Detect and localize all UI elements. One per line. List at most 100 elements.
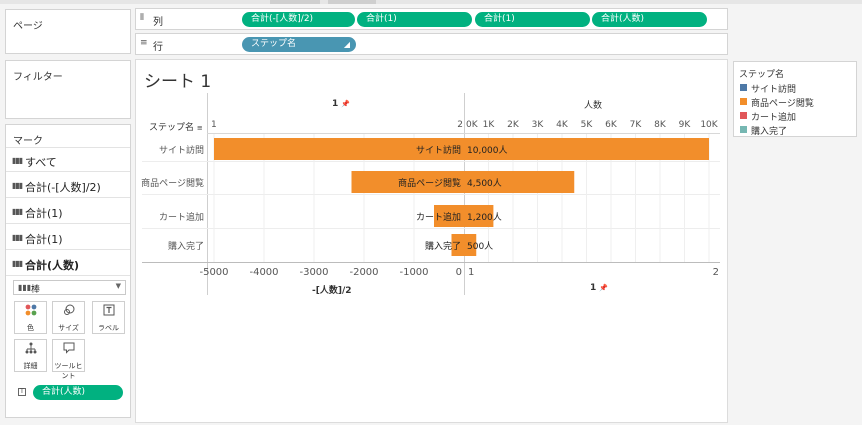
pill-text: ステップ名 bbox=[251, 39, 297, 49]
marks-row-one-a[interactable]: ▮▮▮ 合計(1) bbox=[6, 199, 130, 224]
bottom-right-tick-label: 2 bbox=[713, 267, 719, 278]
pin-icon: 📌 bbox=[599, 284, 609, 292]
size-button[interactable]: サイズ bbox=[52, 301, 85, 334]
bar-chart-icon: ▮▮▮ bbox=[12, 156, 23, 165]
category-label: カート追加 bbox=[159, 211, 204, 223]
chevron-down-icon: ▼ bbox=[115, 282, 121, 290]
top-right-tick-label: 3K bbox=[532, 120, 545, 130]
toolbar-tab[interactable] bbox=[328, 0, 376, 4]
column-pill-one-a[interactable]: 合計(1) bbox=[357, 12, 472, 27]
legend-item-label: 商品ページ閲覧 bbox=[751, 99, 814, 109]
columns-icon: ⦀ bbox=[140, 13, 144, 23]
bottom-left-tick-label: -2000 bbox=[349, 267, 378, 278]
rows-shelf: ≡ 行 ステップ名 ◢ bbox=[135, 33, 728, 55]
column-pill-people[interactable]: 合計(人数) bbox=[592, 12, 707, 27]
row-pill-step-name[interactable]: ステップ名 ◢ bbox=[242, 37, 356, 52]
filters-title: フィルター bbox=[13, 72, 63, 83]
top-right-tick-label: 1K bbox=[483, 120, 496, 130]
marks-row-label: すべて bbox=[25, 156, 57, 169]
bottom-left-tick-label: 0 bbox=[456, 267, 462, 278]
columns-shelf-label: 列 bbox=[153, 17, 163, 28]
pill-text: 合計(1) bbox=[366, 14, 397, 24]
top-left-tick-label: 1 bbox=[211, 120, 217, 130]
bar-category-label: 購入完了 bbox=[425, 240, 461, 252]
tooltip-button[interactable]: ツールヒント bbox=[52, 339, 85, 380]
legend-item-label: 購入完了 bbox=[751, 127, 788, 137]
label-field-pill-text: 合計(人数) bbox=[42, 387, 86, 397]
color-button-label: 色 bbox=[27, 324, 34, 332]
bar-chart-icon: ▮▮▮ bbox=[12, 233, 23, 242]
bar-value-label: 500人 bbox=[467, 241, 493, 252]
toolbar-tab[interactable] bbox=[270, 0, 320, 4]
bottom-right-axis-title: 1 📌 bbox=[590, 283, 609, 293]
legend-swatch bbox=[740, 98, 747, 105]
top-left-tick-label: 2 bbox=[457, 120, 463, 130]
marks-card: マーク ▮▮▮ すべて ▮▮▮ 合計(-[人数]/2) ▮▮▮ 合計(1) ▮▮… bbox=[5, 124, 131, 418]
tooltip-button-label: ツールヒント bbox=[54, 362, 83, 380]
bar-chart-icon: ▮▮▮ bbox=[12, 181, 23, 190]
mark-type-value: 棒 bbox=[31, 285, 41, 295]
top-right-tick-label: 4K bbox=[556, 120, 569, 130]
pill-text: 合計(-[人数]/2) bbox=[251, 14, 314, 24]
marks-row-people[interactable]: ▮▮▮ 合計(人数) bbox=[6, 251, 130, 276]
bottom-left-axis-title: -[人数]/2 bbox=[312, 286, 352, 296]
label-shelf-icon: T bbox=[18, 388, 26, 396]
rows-icon: ≡ bbox=[140, 38, 148, 48]
marks-row-one-b[interactable]: ▮▮▮ 合計(1) bbox=[6, 225, 130, 250]
top-right-tick-label: 0K bbox=[466, 120, 479, 130]
detail-button[interactable]: 詳細 bbox=[14, 339, 47, 372]
column-pill-one-b[interactable]: 合計(1) bbox=[475, 12, 590, 27]
detail-icon bbox=[15, 342, 46, 357]
top-right-tick-label: 8K bbox=[654, 120, 667, 130]
viz-area: シート 1 1 📌 人数 ステップ名 ≡ 0K 1K 2K 3K 4K 5K 6K 7K 8K 9… bbox=[135, 59, 728, 423]
bar-category-label: 商品ページ閲覧 bbox=[398, 177, 461, 189]
legend-swatch bbox=[740, 84, 747, 91]
marks-row-all[interactable]: ▮▮▮ すべて bbox=[6, 147, 130, 172]
marks-row-neg-half[interactable]: ▮▮▮ 合計(-[人数]/2) bbox=[6, 173, 130, 198]
pages-card: ページ bbox=[5, 9, 131, 54]
category-label: 商品ページ閲覧 bbox=[141, 177, 204, 189]
top-right-tick-label: 2K bbox=[507, 120, 520, 130]
marks-row-label: 合計(人数) bbox=[25, 259, 80, 272]
color-legend: ステップ名 サイト訪問 商品ページ閲覧 カート追加 購入完了 bbox=[733, 61, 857, 137]
label-button-label: ラベル bbox=[98, 324, 119, 332]
funnel-chart: 0K 1K 2K 3K 4K 5K 6K 7K 8K 9K 10K -5000 -4000 -3000 -2… bbox=[141, 120, 719, 278]
color-button[interactable]: 色 bbox=[14, 301, 47, 334]
color-dots-icon bbox=[15, 304, 46, 319]
top-right-tick-label: 9K bbox=[679, 120, 692, 130]
bar-value-label: 1,200人 bbox=[467, 212, 502, 223]
column-pill-neg-half[interactable]: 合計(-[人数]/2) bbox=[242, 12, 355, 27]
legend-swatch bbox=[740, 112, 747, 119]
columns-shelf: ⦀ 列 合計(-[人数]/2) 合計(1) 合計(1) 合計(人数) bbox=[135, 8, 728, 30]
marks-row-label: 合計(1) bbox=[25, 207, 63, 220]
top-right-tick-label: 6K bbox=[605, 120, 618, 130]
bar-chart-icon: ▮▮▮ bbox=[18, 283, 32, 292]
label-button[interactable]: ラベル bbox=[92, 301, 125, 334]
detail-button-label: 詳細 bbox=[23, 362, 38, 370]
mark-type-dropdown[interactable]: ▮▮▮ 棒 ▼ bbox=[13, 280, 126, 295]
bar-category-label: サイト訪問 bbox=[416, 144, 461, 156]
bottom-left-tick-label: -3000 bbox=[299, 267, 328, 278]
filters-card: フィルター bbox=[5, 60, 131, 119]
sort-icon: ◢ bbox=[343, 40, 350, 49]
bottom-left-tick-label: -5000 bbox=[199, 267, 228, 278]
size-button-label: サイズ bbox=[58, 324, 79, 332]
category-label: 購入完了 bbox=[168, 240, 204, 252]
marks-title: マーク bbox=[13, 136, 43, 147]
tooltip-icon bbox=[53, 342, 84, 357]
bar-value-label: 10,000人 bbox=[467, 145, 508, 156]
rows-shelf-label: 行 bbox=[153, 42, 163, 53]
category-label: サイト訪問 bbox=[159, 144, 204, 156]
top-toolbar-strip bbox=[0, 0, 862, 4]
size-icon bbox=[53, 304, 84, 319]
top-right-tick-label: 10K bbox=[700, 120, 718, 130]
label-field-pill[interactable]: 合計(人数) bbox=[33, 385, 123, 400]
bottom-left-tick-label: -1000 bbox=[399, 267, 428, 278]
marks-row-label: 合計(1) bbox=[25, 233, 63, 246]
bar-chart-icon: ▮▮▮ bbox=[12, 259, 23, 268]
legend-item-label: カート追加 bbox=[751, 113, 797, 123]
bar-category-label: カート追加 bbox=[416, 211, 461, 223]
marks-row-label: 合計(-[人数]/2) bbox=[25, 181, 101, 194]
legend-title: ステップ名 bbox=[739, 70, 785, 80]
top-right-tick-label: 5K bbox=[581, 120, 594, 130]
